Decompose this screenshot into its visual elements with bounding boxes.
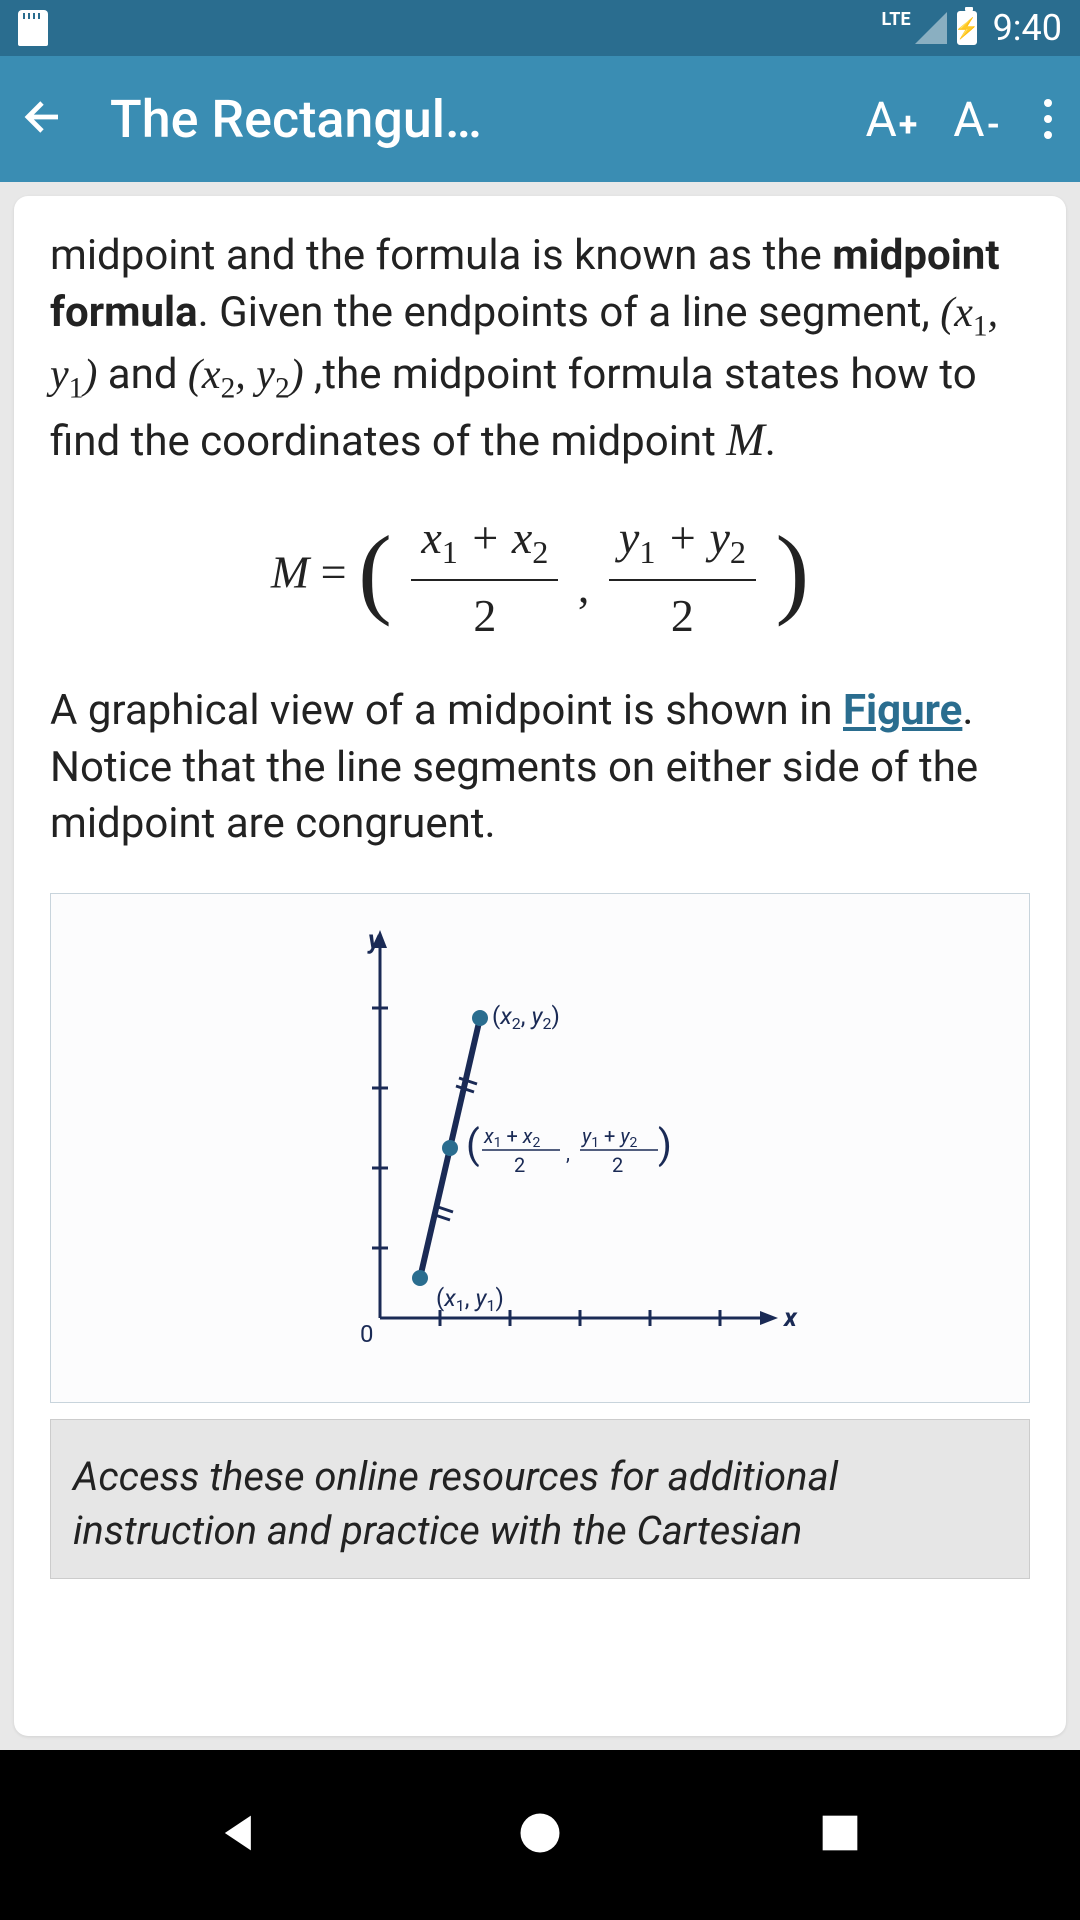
svg-text:(: ( (466, 1121, 480, 1168)
nav-recent-button[interactable] (814, 1807, 866, 1863)
svg-text:x1 + x2: x1 + x2 (483, 1124, 540, 1151)
sd-card-icon (18, 10, 48, 46)
more-menu-icon[interactable] (1036, 99, 1060, 139)
network-label: LTE (882, 9, 911, 30)
svg-text:y1 + y2: y1 + y2 (581, 1124, 638, 1151)
status-right: LTE ⚡ 9:40 (882, 7, 1062, 49)
svg-text:x: x (782, 1303, 798, 1333)
battery-icon: ⚡ (957, 11, 977, 45)
figure-link[interactable]: Figure (843, 686, 962, 735)
figure-box: y x 0 (50, 893, 1030, 1403)
clock: 9:40 (993, 7, 1062, 49)
midpoint-graph: y x 0 (260, 918, 820, 1378)
resources-callout: Access these online resources for additi… (50, 1419, 1030, 1579)
font-increase-button[interactable]: A+ (865, 91, 917, 148)
page-title: The Rectangul… (110, 89, 482, 150)
back-button[interactable] (20, 93, 68, 145)
nav-home-button[interactable] (514, 1807, 566, 1863)
font-decrease-button[interactable]: A- (953, 91, 1000, 148)
svg-text:y: y (367, 925, 382, 955)
app-bar: The Rectangul… A+ A- (0, 56, 1080, 182)
svg-text:): ) (658, 1121, 672, 1168)
svg-text:2: 2 (612, 1153, 623, 1177)
svg-text:(x1, y1): (x1, y1) (436, 1284, 504, 1315)
svg-text:2: 2 (514, 1153, 525, 1177)
paragraph-2: A graphical view of a midpoint is shown … (50, 683, 1030, 853)
nav-back-button[interactable] (214, 1807, 266, 1863)
status-left (18, 10, 48, 46)
svg-text:(x2, y2): (x2, y2) (492, 1002, 560, 1033)
midpoint-formula: M = ( x1 + x2 2 , y1 + y2 2 ) (50, 507, 1030, 647)
svg-text:0: 0 (360, 1320, 374, 1348)
svg-text:,: , (566, 1141, 570, 1165)
signal-icon (915, 12, 947, 44)
paragraph-1: midpoint and the formula is known as the… (50, 228, 1030, 471)
android-nav-bar (0, 1750, 1080, 1920)
content-card[interactable]: midpoint and the formula is known as the… (14, 196, 1066, 1736)
status-bar: LTE ⚡ 9:40 (0, 0, 1080, 56)
content-area: midpoint and the formula is known as the… (0, 182, 1080, 1750)
